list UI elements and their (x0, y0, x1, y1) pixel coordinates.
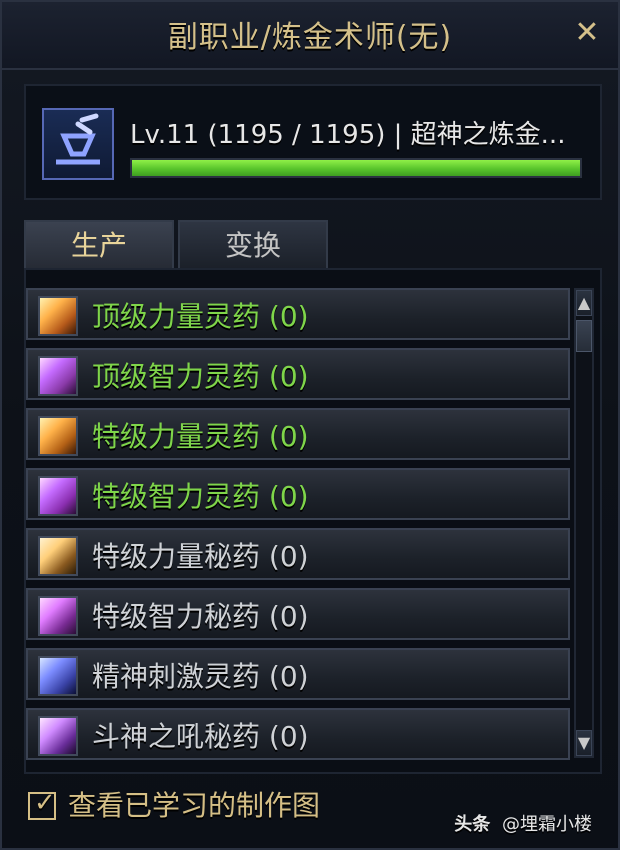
chevron-up-icon: ▲ (577, 293, 591, 312)
checkmark-icon: ✓ (34, 788, 56, 818)
potion-icon (38, 656, 78, 696)
recipe-row[interactable]: 特级智力灵药 (0) (26, 468, 570, 520)
potion-icon (38, 716, 78, 756)
alchemy-window: 副职业/炼金术师(无) ✕ Lv.11 (1195 / 1195) | 超神之炼… (0, 0, 620, 850)
recipe-row[interactable]: 斗神之吼秘药 (0) (26, 708, 570, 760)
potion-icon (38, 476, 78, 516)
recipe-list: 顶级力量灵药 (0) 顶级智力灵药 (0) 特级力量灵药 (0) 特级智力灵药 … (26, 288, 570, 768)
recipe-row[interactable]: 特级智力秘药 (0) (26, 588, 570, 640)
alchemy-icon-svg (56, 113, 100, 165)
recipe-label: 特级智力灵药 (0) (92, 480, 309, 513)
recipe-row[interactable]: 精神刺激灵药 (0) (26, 648, 570, 700)
recipe-row[interactable]: 特级力量灵药 (0) (26, 408, 570, 460)
tab-production[interactable]: 生产 (24, 220, 174, 268)
exp-bar-fill (132, 160, 580, 176)
tab-transform[interactable]: 变换 (178, 220, 328, 268)
exp-bar (130, 158, 582, 178)
watermark: 头条 @埋霜小楼 (454, 810, 592, 836)
scroll-up-button[interactable]: ▲ (576, 290, 592, 316)
close-button[interactable]: ✕ (572, 18, 602, 48)
scroll-thumb[interactable] (576, 320, 592, 352)
recipe-label: 特级智力秘药 (0) (92, 600, 309, 633)
potion-icon (38, 356, 78, 396)
window-title: 副职业/炼金术师(无) (167, 20, 453, 55)
recipe-label: 精神刺激灵药 (0) (92, 660, 309, 693)
watermark-right: @埋霜小楼 (502, 814, 592, 835)
recipe-label: 特级力量秘药 (0) (92, 540, 309, 573)
recipe-label: 特级力量灵药 (0) (92, 420, 309, 453)
watermark-left: 头条 (454, 814, 491, 835)
profession-header: Lv.11 (1195 / 1195) | 超神之炼金... (24, 84, 602, 200)
learned-recipes-checkbox[interactable]: ✓ (28, 788, 56, 820)
potion-icon (38, 416, 78, 456)
close-icon: ✕ (574, 15, 600, 50)
recipe-label: 顶级智力灵药 (0) (92, 360, 309, 393)
scroll-down-button[interactable]: ▼ (576, 730, 592, 756)
potion-icon (38, 596, 78, 636)
potion-icon (38, 536, 78, 576)
title-bar: 副职业/炼金术师(无) ✕ (2, 2, 618, 70)
recipe-row[interactable]: 顶级智力灵药 (0) (26, 348, 570, 400)
recipe-list-panel: 顶级力量灵药 (0) 顶级智力灵药 (0) 特级力量灵药 (0) 特级智力灵药 … (24, 268, 602, 774)
recipe-label: 顶级力量灵药 (0) (92, 300, 309, 333)
level-text: Lv.11 (1195 / 1195) | 超神之炼金... (130, 120, 566, 150)
recipe-row[interactable]: 顶级力量灵药 (0) (26, 288, 570, 340)
recipe-row[interactable]: 特级力量秘药 (0) (26, 528, 570, 580)
chevron-down-icon: ▼ (577, 733, 591, 752)
learned-recipes-label: 查看已学习的制作图 (68, 789, 321, 822)
potion-icon (38, 296, 78, 336)
recipe-label: 斗神之吼秘药 (0) (92, 720, 309, 753)
recipe-scrollbar[interactable]: ▲ ▼ (574, 288, 594, 758)
alchemy-icon (42, 108, 114, 180)
